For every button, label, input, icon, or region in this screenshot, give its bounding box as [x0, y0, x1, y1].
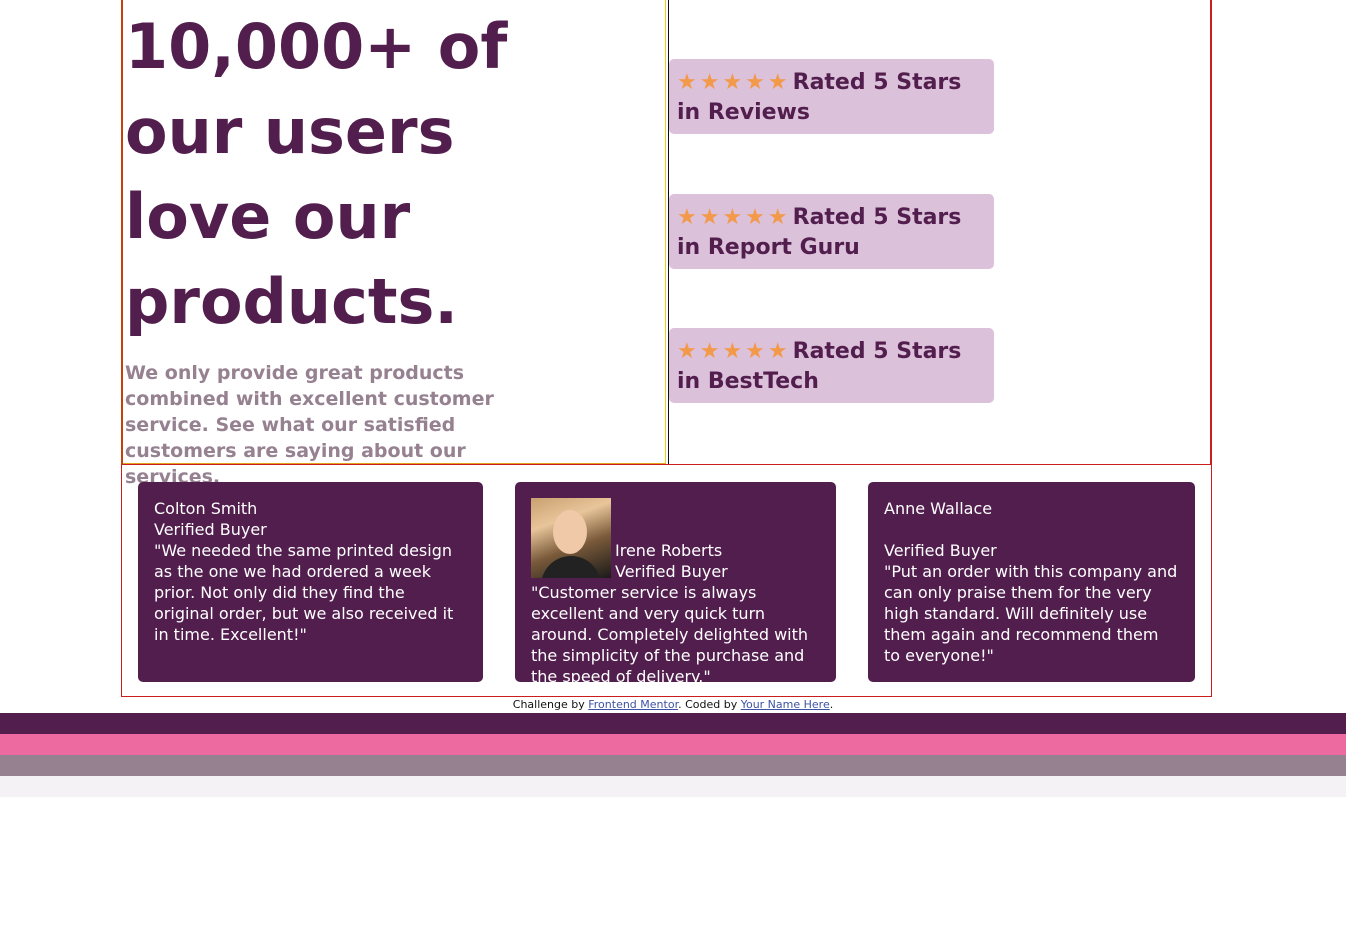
decor-band-pink: [0, 734, 1346, 755]
frontend-mentor-link[interactable]: Frontend Mentor: [588, 698, 678, 711]
testimonial-name: Colton Smith: [154, 499, 258, 518]
decor-band-primary: [0, 713, 1346, 734]
testimonials-section: Colton Smith Verified Buyer "We needed t…: [121, 465, 1212, 697]
decor-band-grey: [0, 755, 1346, 776]
page-container: 10,000+ of our users love our products. …: [121, 0, 1212, 697]
attribution: Challenge by Frontend Mentor. Coded by Y…: [512, 698, 834, 711]
testimonial-quote: "We needed the same printed design as th…: [154, 541, 454, 644]
author-link[interactable]: Your Name Here: [741, 698, 830, 711]
hero-section: 10,000+ of our users love our products. …: [121, 0, 1212, 488]
hero-text: 10,000+ of our users love our products. …: [123, 0, 666, 488]
rating-reviews: ★★★★★Rated 5 Stars in Reviews: [669, 59, 994, 134]
decor-band-light: [0, 776, 1346, 797]
star-icons: ★★★★★: [677, 70, 791, 95]
rating-report-guru: ★★★★★Rated 5 Stars in Report Guru: [669, 194, 994, 269]
testimonial-card: Anne Wallace Verified Buyer "Put an orde…: [868, 482, 1195, 682]
star-icons: ★★★★★: [677, 205, 791, 230]
ratings-list: ★★★★★Rated 5 Stars in Reviews ★★★★★Rated…: [668, 0, 1212, 464]
testimonial-quote: "Put an order with this company and can …: [884, 562, 1178, 665]
testimonial-card: Irene Roberts Verified Buyer "Customer s…: [515, 482, 836, 686]
testimonial-name: Anne Wallace: [884, 499, 993, 518]
avatar: [531, 498, 611, 578]
testimonial-card: Colton Smith Verified Buyer "We needed t…: [138, 482, 483, 682]
rating-besttech: ★★★★★Rated 5 Stars in BestTech: [669, 328, 994, 403]
testimonial-status: Verified Buyer: [154, 520, 267, 539]
hero-headline: 10,000+ of our users love our products.: [125, 10, 508, 338]
testimonial-quote: "Customer service is always excellent an…: [531, 583, 809, 686]
star-icons: ★★★★★: [677, 339, 791, 364]
testimonial-status: Verified Buyer: [884, 541, 997, 560]
